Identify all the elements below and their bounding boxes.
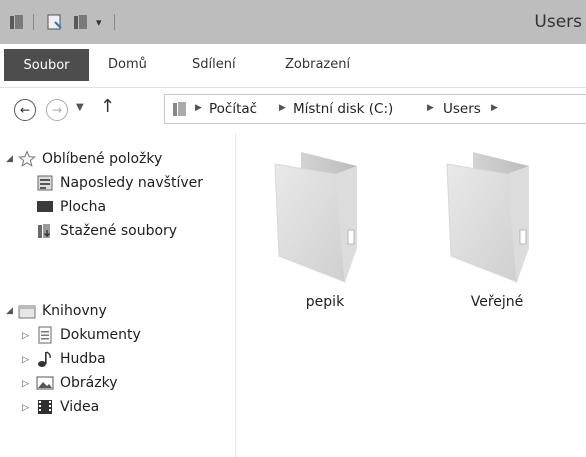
- nav-item-label: Plocha: [60, 199, 107, 215]
- breadcrumb-separator-icon[interactable]: ▶: [491, 103, 498, 113]
- breadcrumb-separator-icon[interactable]: ▶: [279, 103, 286, 113]
- expand-icon[interactable]: ▷: [22, 355, 29, 365]
- recent-locations-button[interactable]: ▼: [76, 102, 84, 113]
- address-bar[interactable]: ▶ Počítač ▶ Místní disk (C:) ▶ Users ▶: [164, 94, 586, 124]
- nav-item-label: Obrázky: [60, 375, 118, 391]
- nav-item-label: Stažené soubory: [60, 223, 178, 239]
- expand-icon[interactable]: ▷: [22, 403, 29, 413]
- nav-item-label: Dokumenty: [60, 327, 141, 343]
- nav-favorites[interactable]: Oblíbené položky: [18, 148, 162, 170]
- recent-places-icon: [36, 174, 54, 192]
- breadcrumb-separator-icon[interactable]: ▶: [427, 103, 434, 113]
- nav-item-downloads[interactable]: Stažené soubory: [36, 220, 177, 242]
- nav-favorites-label: Oblíbené položky: [42, 151, 163, 167]
- ribbon: Soubor Domů Sdílení Zobrazení: [0, 44, 586, 88]
- document-icon: [36, 326, 54, 344]
- customize-toolbar-icon[interactable]: ▾: [96, 12, 102, 32]
- nav-item-music[interactable]: Hudba: [36, 348, 106, 370]
- star-icon: [18, 150, 36, 168]
- title-bar: ▾ Users: [0, 0, 586, 44]
- arrow-left-icon: ←: [19, 103, 31, 117]
- navigation-bar: ← → ▼ ↑ ▶ Počítač ▶ Místní disk (C:) ▶ U…: [0, 88, 586, 134]
- nav-item-label: Hudba: [60, 351, 106, 367]
- folder-item[interactable]: pepik: [265, 144, 385, 314]
- breadcrumb-separator-icon[interactable]: ▶: [195, 103, 202, 113]
- nav-item-pictures[interactable]: Obrázky: [36, 372, 117, 394]
- library-icon: [18, 302, 36, 320]
- navigation-pane: ◢ Oblíbené položky Naposledy navštíver P…: [0, 134, 236, 457]
- video-icon: [36, 398, 54, 416]
- music-icon: [36, 350, 54, 368]
- nav-item-documents[interactable]: Dokumenty: [36, 324, 141, 346]
- new-folder-icon[interactable]: [72, 12, 90, 32]
- folder-name: Veřejné: [470, 294, 524, 310]
- nav-libraries-label: Knihovny: [42, 303, 107, 319]
- pictures-icon: [36, 374, 54, 392]
- properties-icon[interactable]: [46, 12, 64, 32]
- nav-item-recent[interactable]: Naposledy navštíver: [36, 172, 203, 194]
- nav-item-desktop[interactable]: Plocha: [36, 196, 106, 218]
- expand-icon[interactable]: ▷: [22, 379, 29, 389]
- forward-button[interactable]: →: [46, 99, 68, 121]
- file-list: pepik Veřejné: [237, 134, 586, 457]
- breadcrumb-users[interactable]: Users: [443, 101, 481, 117]
- folder-name: pepik: [305, 294, 345, 310]
- tab-share[interactable]: Sdílení: [192, 57, 236, 72]
- nav-item-label: Naposledy navštíver: [60, 175, 203, 191]
- nav-item-label: Videa: [60, 399, 100, 415]
- back-button[interactable]: ←: [14, 99, 36, 121]
- collapse-icon[interactable]: ◢: [6, 306, 13, 316]
- expand-icon[interactable]: ▷: [22, 331, 29, 341]
- arrow-right-icon: →: [51, 103, 63, 117]
- breadcrumb-local-disk[interactable]: Místní disk (C:): [293, 101, 393, 117]
- library-icon: [171, 100, 189, 122]
- breadcrumb-computer[interactable]: Počítač: [209, 101, 257, 117]
- nav-libraries[interactable]: Knihovny: [18, 300, 107, 322]
- tab-home[interactable]: Domů: [108, 57, 147, 72]
- folder-app-icon: [8, 12, 26, 32]
- collapse-icon[interactable]: ◢: [6, 154, 13, 164]
- window-title: Users: [534, 12, 582, 32]
- tab-view[interactable]: Zobrazení: [285, 57, 350, 72]
- folder-icon: [446, 152, 529, 283]
- up-button[interactable]: ↑: [100, 96, 115, 117]
- folder-item[interactable]: Veřejné: [437, 144, 557, 314]
- tab-file[interactable]: Soubor: [4, 49, 89, 81]
- arrow-up-icon: ↑: [100, 96, 116, 117]
- nav-item-videos[interactable]: Videa: [36, 396, 99, 418]
- desktop-icon: [36, 198, 54, 216]
- folder-icon: [274, 152, 357, 283]
- downloads-icon: [36, 222, 54, 240]
